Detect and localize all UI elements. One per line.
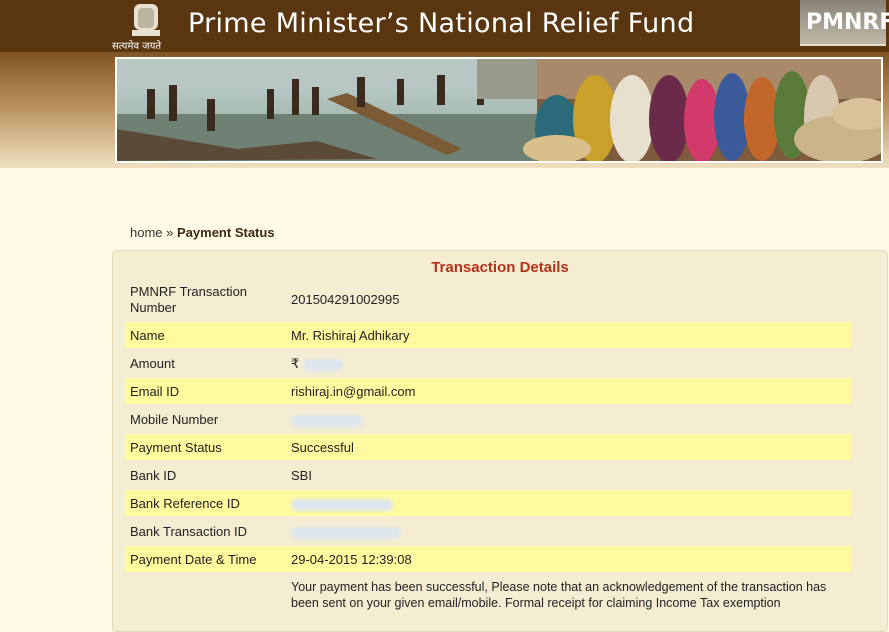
- row-label: Amount: [130, 356, 175, 371]
- row-value-wrap: [291, 524, 401, 539]
- banner-illustration: [117, 59, 881, 161]
- transaction-details-panel: Transaction Details PMNRF Transaction Nu…: [112, 250, 888, 632]
- rupee-symbol: ₹: [291, 356, 300, 371]
- row-label: Payment Status: [130, 440, 222, 455]
- row-bank-transaction-id: Bank Transaction ID: [125, 518, 851, 544]
- row-name: Name Mr. Rishiraj Adhikary: [125, 322, 851, 348]
- row-label: Mobile Number: [130, 412, 219, 427]
- row-bank-id: Bank ID SBI: [125, 462, 851, 488]
- row-label: PMNRF Transaction Number: [130, 284, 248, 315]
- emblem-motto: सत्यमेव जयते: [112, 41, 162, 52]
- breadcrumb-separator: »: [166, 225, 174, 240]
- row-value: SBI: [291, 468, 312, 483]
- row-value-wrap: [291, 496, 393, 511]
- redacted-bank-transaction: [291, 526, 401, 539]
- site-header: सत्यमेव जयते Prime Minister’s National R…: [0, 0, 889, 168]
- breadcrumb-home-link[interactable]: home: [130, 225, 163, 240]
- banner-image: [115, 57, 883, 163]
- logo-text[interactable]: PMNRF: [806, 10, 889, 35]
- row-payment-status: Payment Status Successful: [125, 434, 851, 460]
- row-email: Email ID rishiraj.in@gmail.com: [125, 378, 851, 404]
- row-label: Name: [130, 328, 165, 343]
- site-title: Prime Minister’s National Relief Fund: [188, 8, 695, 39]
- row-label: Payment Date & Time: [130, 552, 257, 567]
- panel-title: Transaction Details: [431, 259, 569, 276]
- breadcrumb: home » Payment Status: [130, 225, 275, 240]
- row-value-wrap: ₹: [291, 356, 343, 372]
- payment-note: Your payment has been successful, Please…: [291, 580, 827, 610]
- breadcrumb-current: Payment Status: [177, 225, 275, 240]
- row-label: Email ID: [130, 384, 180, 399]
- row-value: rishiraj.in@gmail.com: [291, 384, 416, 399]
- row-payment-date: Payment Date & Time 29-04-2015 12:39:08: [125, 546, 851, 572]
- row-transaction-number: PMNRF Transaction Number 201504291002995: [125, 283, 851, 315]
- redacted-mobile: [291, 414, 363, 427]
- redacted-amount: [302, 358, 343, 371]
- row-value-wrap: [291, 412, 363, 427]
- row-value: Successful: [291, 440, 354, 455]
- row-label: Bank Reference ID: [130, 496, 240, 511]
- row-value: Mr. Rishiraj Adhikary: [291, 328, 410, 343]
- row-label: Bank Transaction ID: [130, 524, 248, 539]
- row-value: 201504291002995: [291, 292, 400, 307]
- row-bank-reference-id: Bank Reference ID: [125, 490, 851, 516]
- redacted-bank-reference: [291, 498, 393, 511]
- row-label: Bank ID: [130, 468, 177, 483]
- row-amount: Amount ₹: [125, 350, 851, 376]
- row-value: 29-04-2015 12:39:08: [291, 552, 412, 567]
- row-mobile: Mobile Number: [125, 406, 851, 432]
